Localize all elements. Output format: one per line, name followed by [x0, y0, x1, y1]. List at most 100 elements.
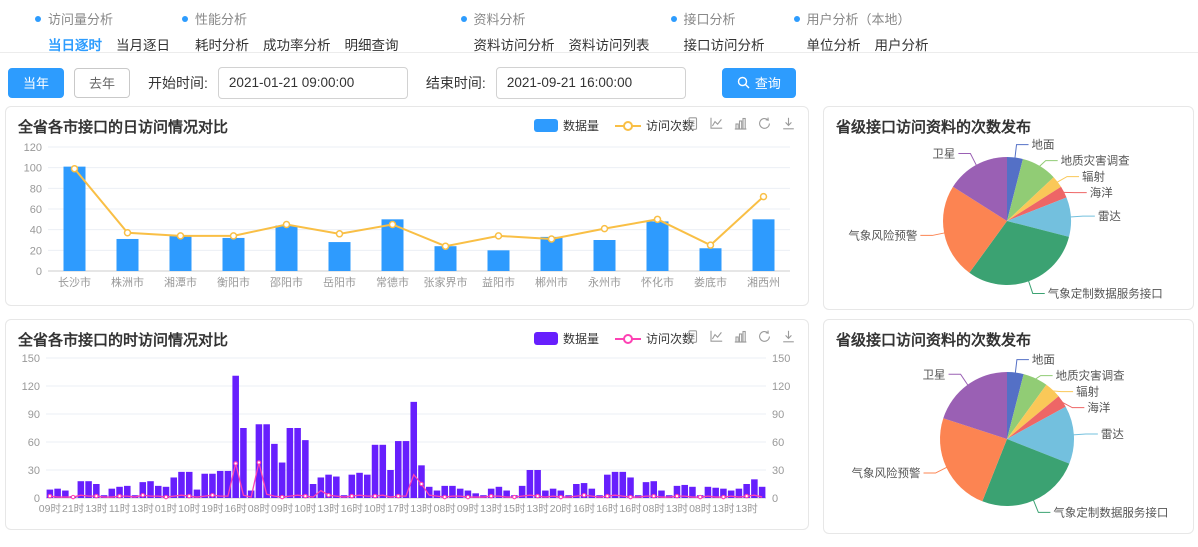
svg-text:08时: 08时	[248, 503, 271, 515]
svg-text:80: 80	[30, 183, 42, 195]
svg-text:150: 150	[22, 353, 40, 365]
nav-group-title: 资料分析	[461, 9, 650, 28]
legend-label: 数据量	[563, 330, 599, 347]
end-time-label: 结束时间:	[426, 73, 486, 93]
svg-text:13时: 13时	[85, 503, 108, 515]
svg-text:10时: 10时	[178, 503, 201, 515]
svg-text:娄底市: 娄底市	[694, 275, 727, 289]
bar-swatch	[534, 332, 558, 345]
bullet-dot-icon	[794, 16, 800, 22]
svg-text:150: 150	[772, 353, 790, 365]
svg-text:13时: 13时	[666, 503, 689, 515]
left-column: 全省各市接口的日访问情况对比 数据量 访问次数 020406080100120长…	[5, 106, 809, 534]
nav-item[interactable]: 单位分析	[807, 34, 861, 54]
nav-item[interactable]: 成功率分析	[263, 34, 331, 54]
data-view-icon[interactable]	[685, 329, 700, 344]
bullet-dot-icon	[461, 16, 467, 22]
access-count-pie-chart: 地面地质灾害调查辐射海洋雷达气象定制数据服务接口气象风险预警卫星	[824, 133, 1192, 309]
bar-series	[64, 167, 775, 271]
bar	[700, 248, 722, 271]
bar-chart-switch-icon[interactable]	[733, 116, 748, 131]
svg-text:90: 90	[772, 409, 784, 421]
pie-label: 卫星	[923, 368, 946, 381]
nav-item[interactable]: 当日逐时	[48, 34, 102, 54]
chart-legend: 数据量 访问次数	[534, 117, 694, 134]
svg-text:08时: 08时	[643, 503, 666, 515]
this-year-button[interactable]: 当年	[8, 68, 64, 98]
svg-text:01时: 01时	[155, 503, 178, 515]
svg-text:16时: 16时	[225, 503, 248, 515]
bar	[647, 221, 669, 271]
svg-text:30: 30	[28, 465, 40, 477]
download-icon[interactable]	[781, 329, 796, 344]
svg-text:株洲市: 株洲市	[111, 275, 144, 289]
legend-item-dataset[interactable]: 数据量	[534, 330, 599, 347]
bar	[753, 219, 775, 271]
dashboard-grid: 全省各市接口的日访问情况对比 数据量 访问次数 020406080100120长…	[0, 99, 1198, 534]
daily-bar-line-chart: 020406080100120长沙市株洲市湘潭市衡阳市邵阳市岳阳市常德市张家界市…	[10, 137, 805, 303]
access-count-pie-chart: 地面地质灾害调查辐射海洋雷达气象定制数据服务接口气象风险预警卫星	[824, 346, 1192, 532]
nav-item[interactable]: 耗时分析	[195, 34, 249, 54]
svg-text:20时: 20时	[550, 503, 573, 515]
bar	[594, 240, 616, 271]
bar	[223, 238, 245, 271]
bar	[201, 474, 208, 498]
svg-text:长沙市: 长沙市	[58, 275, 91, 289]
line-chart-switch-icon[interactable]	[709, 116, 724, 131]
bullet-dot-icon	[671, 16, 677, 22]
bar	[294, 428, 301, 498]
line-chart-switch-icon[interactable]	[709, 329, 724, 344]
pie-label: 地质灾害调查	[1061, 154, 1130, 168]
pie-label: 地面	[1032, 139, 1055, 152]
nav-group-1: 性能分析耗时分析成功率分析明细查询	[182, 9, 399, 54]
province-pie-card-1: 省级接口访问资料的次数发布 地面地质灾害调查辐射海洋雷达气象定制数据服务接口气象…	[823, 106, 1194, 310]
svg-text:13时: 13时	[736, 503, 759, 515]
svg-text:益阳市: 益阳市	[482, 275, 515, 289]
legend-item-visits[interactable]: 访问次数	[615, 330, 694, 347]
nav-group-2: 资料分析资料访问分析资料访问列表	[461, 9, 650, 54]
bar	[527, 470, 534, 498]
data-view-icon[interactable]	[685, 116, 700, 131]
start-time-input[interactable]	[218, 67, 408, 99]
refresh-icon[interactable]	[757, 329, 772, 344]
bar	[534, 470, 541, 498]
svg-text:21时: 21时	[62, 503, 85, 515]
pie-label: 气象定制数据服务接口	[1048, 286, 1163, 300]
bar	[410, 402, 417, 498]
svg-text:90: 90	[28, 409, 40, 421]
daily-access-chart-card: 全省各市接口的日访问情况对比 数据量 访问次数 020406080100120长…	[5, 106, 809, 306]
legend-item-visits[interactable]: 访问次数	[615, 117, 694, 134]
nav-group-3: 接口分析接口访问分析	[671, 9, 765, 54]
bar	[170, 236, 192, 271]
nav-item[interactable]: 明细查询	[345, 34, 399, 54]
nav-group-title: 接口分析	[671, 9, 765, 28]
bar	[380, 445, 387, 498]
nav-item[interactable]: 当月逐日	[116, 34, 170, 54]
bar	[488, 250, 510, 271]
bar	[329, 242, 351, 271]
nav-item[interactable]: 接口访问分析	[684, 34, 765, 54]
query-button[interactable]: 查询	[722, 68, 796, 98]
svg-text:120: 120	[22, 381, 40, 393]
nav-item[interactable]: 资料访问分析	[474, 34, 555, 54]
refresh-icon[interactable]	[757, 116, 772, 131]
top-nav: 访问量分析当日逐时当月逐日性能分析耗时分析成功率分析明细查询 资料分析资料访问分析…	[0, 0, 1198, 53]
pie-label: 地质灾害调查	[1056, 369, 1125, 383]
nav-group-0: 访问量分析当日逐时当月逐日	[35, 9, 170, 54]
bar-swatch	[534, 119, 558, 132]
last-year-button[interactable]: 去年	[74, 68, 130, 98]
bar-chart-switch-icon[interactable]	[733, 329, 748, 344]
legend-item-dataset[interactable]: 数据量	[534, 117, 599, 134]
end-time-input[interactable]	[496, 67, 686, 99]
nav-item[interactable]: 资料访问列表	[569, 34, 650, 54]
svg-text:11时: 11时	[109, 503, 131, 515]
svg-text:怀化市: 怀化市	[641, 275, 674, 289]
svg-text:13时: 13时	[527, 503, 550, 515]
pie-label: 气象风险预警	[848, 228, 917, 242]
svg-text:16时: 16时	[341, 503, 364, 515]
chart-title: 全省各市接口的日访问情况对比	[18, 116, 228, 137]
nav-item[interactable]: 用户分析	[875, 34, 929, 54]
download-icon[interactable]	[781, 116, 796, 131]
svg-text:30: 30	[772, 465, 784, 477]
bar	[302, 440, 309, 498]
